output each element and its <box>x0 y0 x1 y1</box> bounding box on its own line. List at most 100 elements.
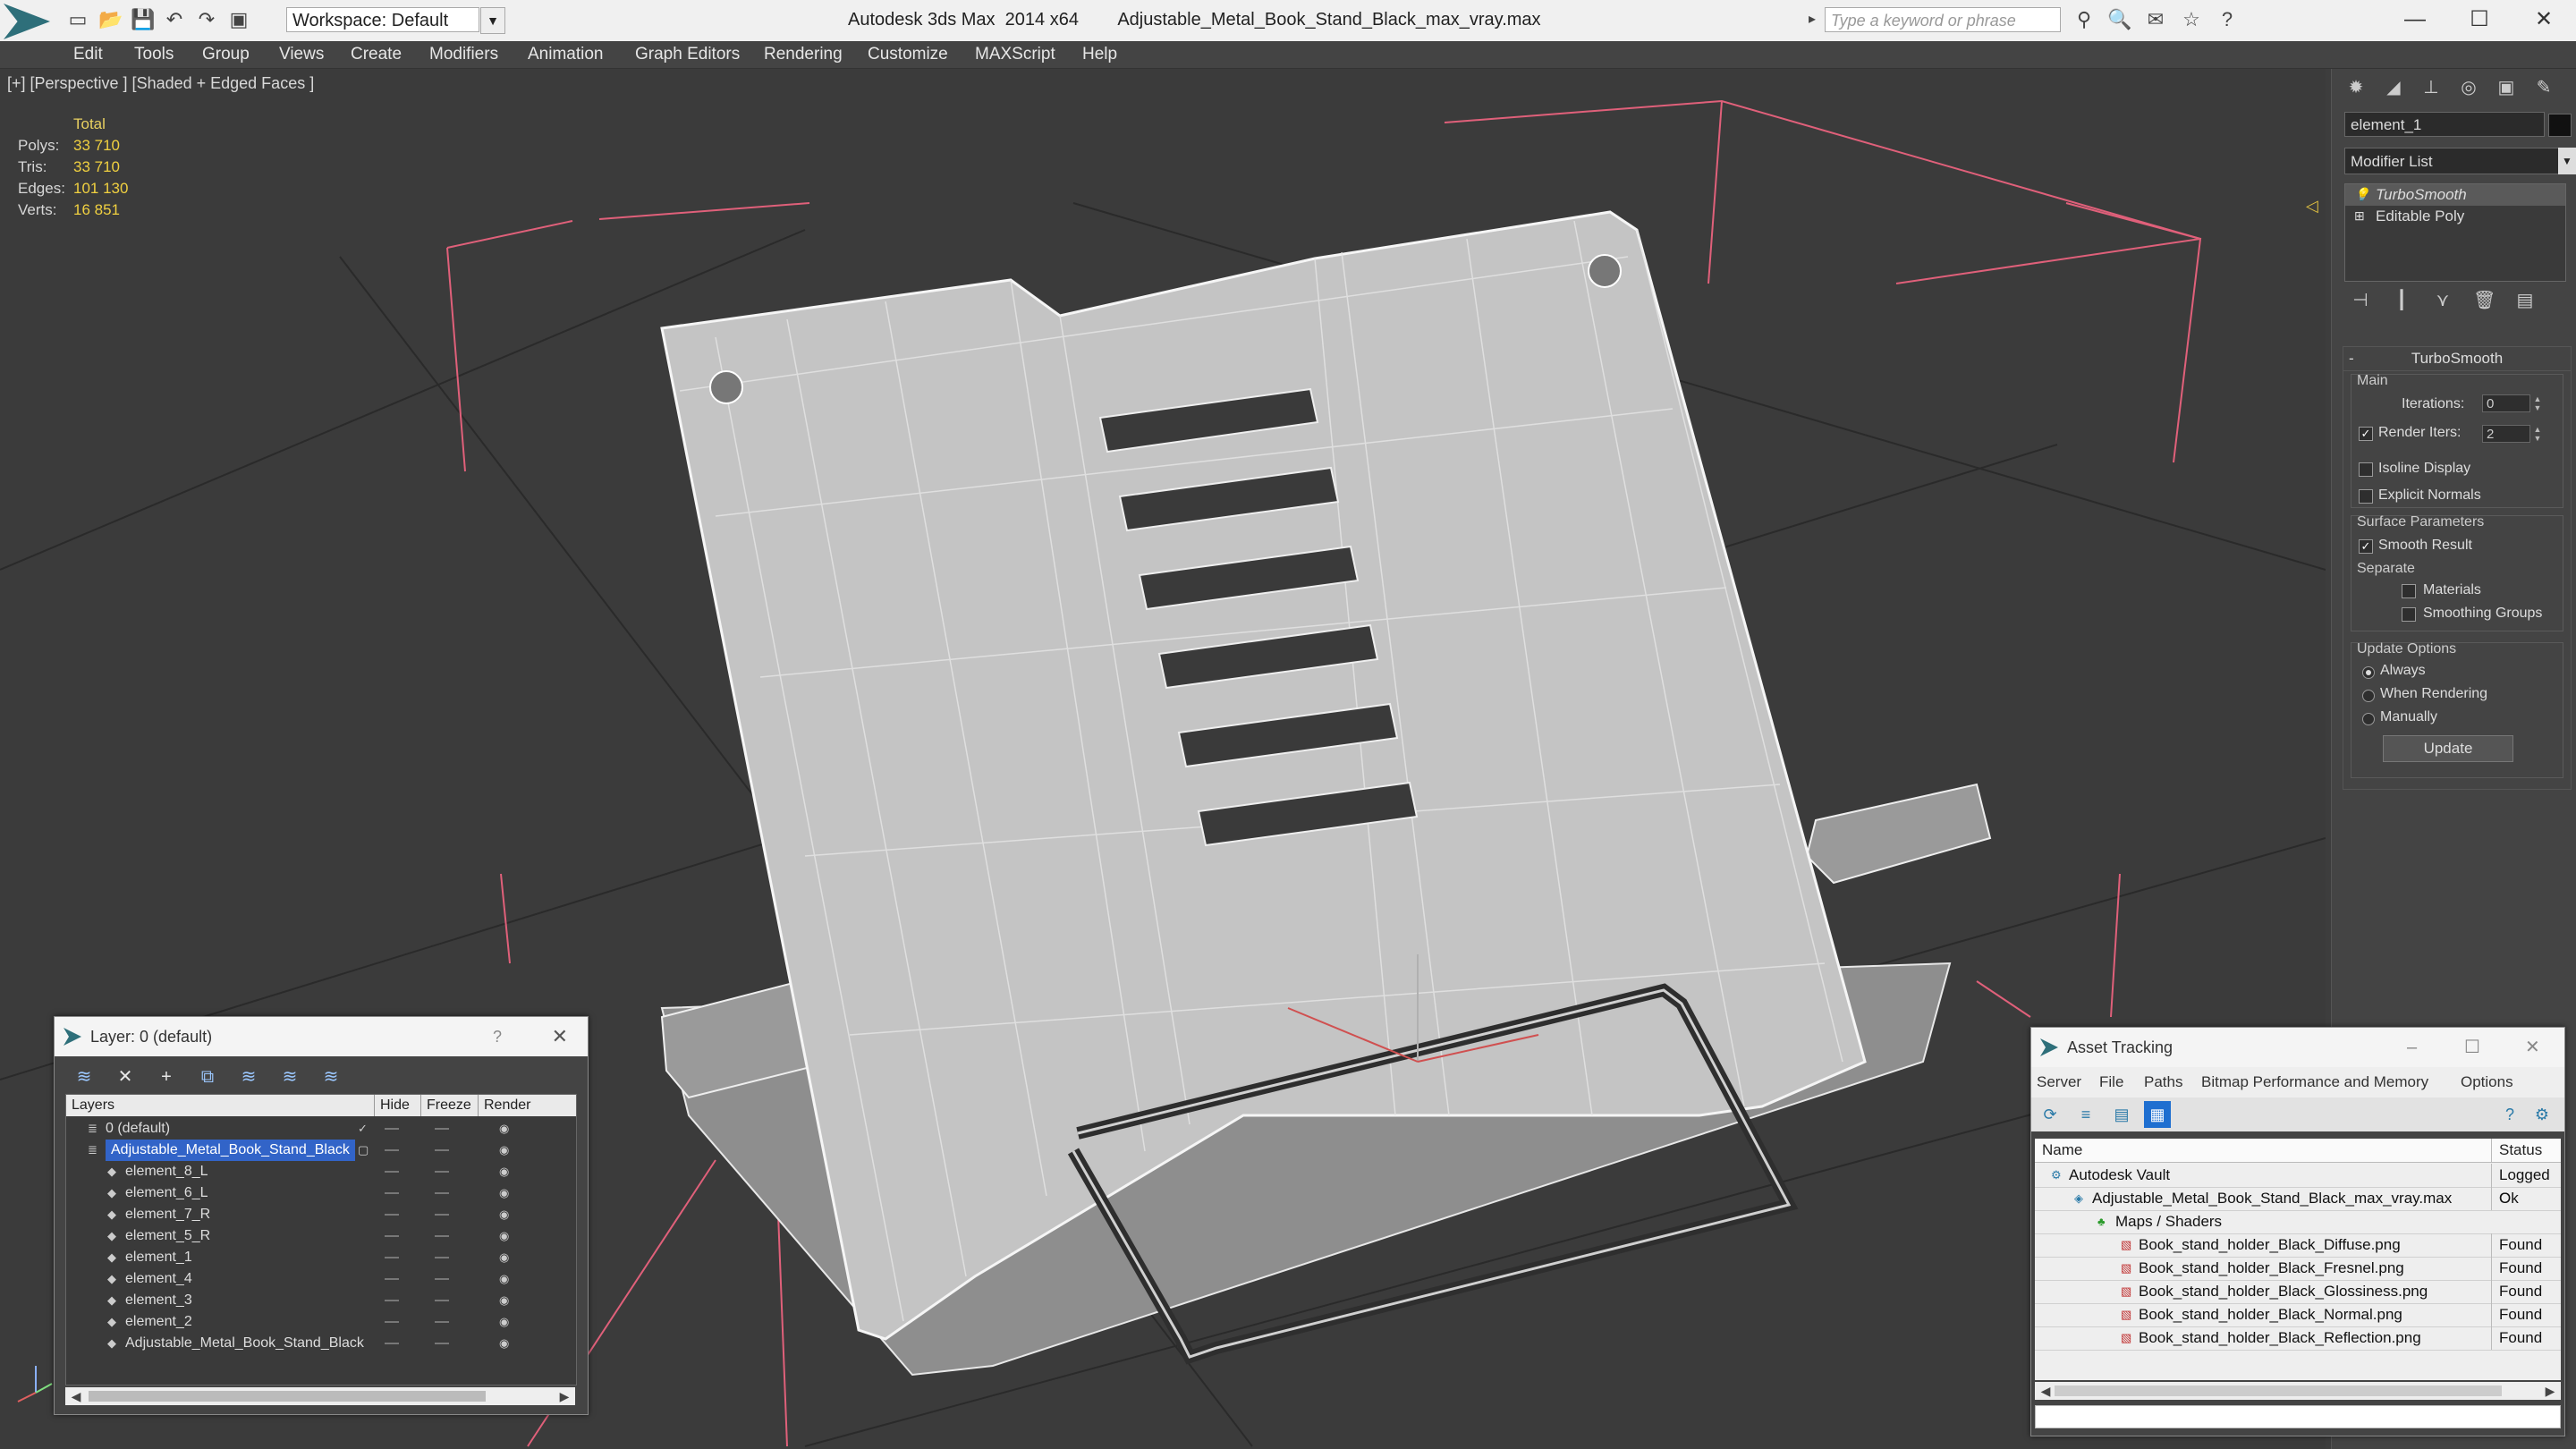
freeze-toggle[interactable] <box>435 1343 449 1344</box>
detail-view-icon[interactable]: ▤ <box>2108 1101 2135 1128</box>
freeze-toggle[interactable] <box>435 1214 449 1216</box>
asset-row[interactable]: ⚙ Autodesk Vault Logged C <box>2035 1164 2561 1210</box>
create-layer-icon[interactable]: ≋ <box>71 1063 97 1090</box>
layer-name[interactable]: 0 (default) <box>106 1118 170 1140</box>
freeze-toggle[interactable] <box>435 1257 449 1258</box>
search-input[interactable]: Type a keyword or phrase <box>1825 7 2061 32</box>
hide-toggle[interactable] <box>385 1171 399 1173</box>
menu-item-views[interactable]: Views <box>279 41 324 68</box>
explicit-normals-checkbox[interactable] <box>2359 489 2373 504</box>
close-icon[interactable]: ✕ <box>2512 0 2576 39</box>
show-end-result-icon[interactable]: ┃ <box>2391 289 2412 312</box>
expand-plus-icon[interactable]: ⊞ <box>2354 209 2367 222</box>
menu-item-group[interactable]: Group <box>202 41 250 68</box>
asset-row[interactable]: ▧ Book_stand_holder_Black_Glossiness.png F… <box>2035 1280 2561 1304</box>
make-unique-icon[interactable]: ⋎ <box>2432 289 2453 312</box>
vault-icon[interactable]: ⚙ <box>2529 1101 2555 1128</box>
help-icon[interactable]: ? <box>2496 1101 2523 1128</box>
communication-icon[interactable]: ✉ <box>2141 7 2170 32</box>
asset-row[interactable]: ▧ Book_stand_holder_Black_Diffuse.png Foun… <box>2035 1233 2561 1258</box>
asset-menu-file[interactable]: File <box>2099 1067 2123 1097</box>
chevron-down-icon[interactable]: ▼ <box>480 7 505 34</box>
col-render[interactable]: Render <box>478 1095 530 1116</box>
freeze-all-icon[interactable]: ≋ <box>318 1063 344 1090</box>
spinner-arrows-icon[interactable]: ▲ ▼ <box>2532 425 2543 443</box>
menu-item-edit[interactable]: Edit <box>73 41 103 68</box>
favorites-star-icon[interactable]: ☆ <box>2177 7 2206 32</box>
minimize-icon[interactable]: – <box>2407 1028 2417 1067</box>
project-folder-icon[interactable]: ▣ <box>227 7 250 32</box>
asset-row[interactable]: ♣ Maps / Shaders <box>2035 1210 2561 1234</box>
layer-name[interactable]: element_1 <box>125 1247 192 1268</box>
binoculars-icon[interactable]: ⚲ <box>2070 7 2098 32</box>
layer-row[interactable]: ≣ Adjustable_Metal_Book_Stand_Black ▢ ◉ <box>66 1140 576 1161</box>
hide-toggle[interactable] <box>385 1321 399 1323</box>
layer-name[interactable]: element_5_R <box>125 1225 210 1247</box>
materials-checkbox[interactable] <box>2402 584 2416 598</box>
asset-window-titlebar[interactable]: Asset Tracking – ☐ ✕ <box>2031 1028 2564 1067</box>
iterations-spinner[interactable]: 0 <box>2482 394 2530 412</box>
render-teapot-icon[interactable]: ◉ <box>499 1204 509 1225</box>
render-iters-spinner[interactable]: 2 <box>2482 425 2530 443</box>
menu-item-animation[interactable]: Animation <box>528 41 604 68</box>
render-teapot-icon[interactable]: ◉ <box>499 1247 509 1268</box>
hide-toggle[interactable] <box>385 1343 399 1344</box>
freeze-toggle[interactable] <box>435 1192 449 1194</box>
app-logo-icon[interactable] <box>4 4 50 39</box>
asset-row[interactable]: ◈ Adjustable_Metal_Book_Stand_Black_max_v… <box>2035 1187 2561 1211</box>
hide-toggle[interactable] <box>385 1235 399 1237</box>
menu-item-create[interactable]: Create <box>351 41 402 68</box>
hide-toggle[interactable] <box>385 1128 399 1130</box>
render-teapot-icon[interactable]: ◉ <box>499 1290 509 1311</box>
search-expand-icon[interactable]: ▸ <box>1803 7 1821 32</box>
layer-row[interactable]: ◆ element_2 ◉ <box>66 1311 576 1333</box>
render-teapot-icon[interactable]: ◉ <box>499 1225 509 1247</box>
manually-radio[interactable] <box>2362 713 2375 725</box>
freeze-toggle[interactable] <box>435 1171 449 1173</box>
render-iters-checkbox[interactable]: ✓ <box>2359 427 2373 441</box>
minimize-icon[interactable]: — <box>2383 0 2447 39</box>
scroll-right-icon[interactable]: ▶ <box>2541 1382 2559 1400</box>
layer-name[interactable]: element_3 <box>125 1290 192 1311</box>
menu-item-customize[interactable]: Customize <box>868 41 948 68</box>
asset-menu-options[interactable]: Options <box>2461 1067 2513 1097</box>
freeze-toggle[interactable] <box>435 1300 449 1301</box>
maximize-icon[interactable]: ☐ <box>2447 0 2512 39</box>
search-icon[interactable]: 🔍 <box>2106 7 2134 32</box>
stack-item-turbosmooth[interactable]: 💡 TurboSmooth <box>2345 184 2565 206</box>
layer-row[interactable]: ◆ element_4 ◉ <box>66 1268 576 1290</box>
remove-modifier-icon[interactable]: 🗑 <box>2473 289 2496 312</box>
current-layer-check-icon[interactable]: ✓ <box>358 1118 368 1140</box>
freeze-toggle[interactable] <box>435 1235 449 1237</box>
hide-toggle[interactable] <box>385 1257 399 1258</box>
hide-toggle[interactable] <box>385 1278 399 1280</box>
layer-name[interactable]: element_2 <box>125 1311 192 1333</box>
layer-window-titlebar[interactable]: Layer: 0 (default) ? ✕ <box>55 1017 588 1056</box>
layer-name[interactable]: element_6_L <box>125 1182 208 1204</box>
hide-toggle[interactable] <box>385 1300 399 1301</box>
motion-tab-icon[interactable]: ◎ <box>2453 74 2484 101</box>
asset-menu-bitmap-performance[interactable]: Bitmap Performance and Memory <box>2201 1067 2428 1097</box>
spinner-arrows-icon[interactable]: ▲ ▼ <box>2532 394 2543 412</box>
utilities-tab-icon[interactable]: ✎ <box>2529 74 2559 101</box>
hide-toggle[interactable] <box>385 1192 399 1194</box>
menu-item-modifiers[interactable]: Modifiers <box>429 41 498 68</box>
rollout-header[interactable]: - TurboSmooth <box>2343 347 2571 371</box>
refresh-icon[interactable]: ⟳ <box>2037 1101 2063 1128</box>
always-radio[interactable] <box>2362 666 2375 679</box>
layer-name[interactable]: element_4 <box>125 1268 192 1290</box>
asset-scrollbar[interactable]: ◀ ▶ <box>2035 1382 2561 1400</box>
undo-icon[interactable]: ↶ <box>163 7 186 32</box>
layer-row[interactable]: ◆ element_8_L ◉ <box>66 1161 576 1182</box>
when-rendering-radio[interactable] <box>2362 690 2375 702</box>
list-view-icon[interactable]: ≡ <box>2072 1101 2099 1128</box>
render-teapot-icon[interactable]: ◉ <box>499 1311 509 1333</box>
render-teapot-icon[interactable]: ◉ <box>499 1333 509 1354</box>
select-objects-icon[interactable]: ⧉ <box>194 1063 221 1090</box>
highlight-layer-icon[interactable]: ≋ <box>235 1063 262 1090</box>
modify-tab-icon[interactable]: ◢ <box>2378 74 2409 101</box>
layer-row[interactable]: ◆ element_5_R ◉ <box>66 1225 576 1247</box>
menu-item-tools[interactable]: Tools <box>134 41 174 68</box>
chevron-down-icon[interactable]: ▼ <box>2558 148 2576 174</box>
layer-name[interactable]: element_7_R <box>125 1204 210 1225</box>
